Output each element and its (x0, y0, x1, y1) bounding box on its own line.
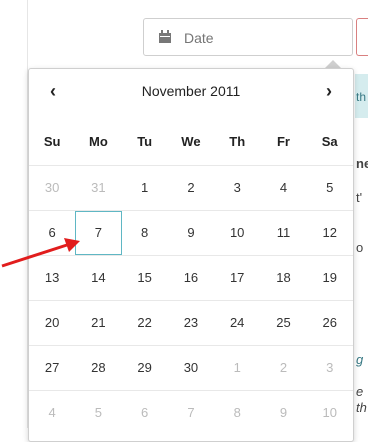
day-cell[interactable]: 17 (214, 256, 260, 300)
weekday-label: Th (229, 134, 246, 149)
weekday-label: Su (43, 134, 61, 149)
date-field[interactable] (143, 18, 353, 56)
day-cell[interactable]: 1 (214, 346, 260, 390)
day-cell[interactable]: 10 (214, 211, 260, 255)
weekday-label: Fr (276, 134, 290, 149)
day-cell[interactable]: 2 (168, 166, 214, 210)
day-cell[interactable]: 20 (29, 301, 75, 345)
annotation-arrow-icon (1, 238, 80, 268)
day-cell[interactable]: 30 (29, 166, 75, 210)
weekday-label: We (181, 134, 201, 149)
calendar-week-row: 20 21 22 23 24 25 26 (29, 300, 353, 345)
next-month-button[interactable]: › (317, 81, 341, 101)
day-cell[interactable]: 4 (260, 166, 306, 210)
date-input[interactable] (182, 27, 336, 49)
day-cell[interactable]: 31 (75, 166, 121, 210)
calendar-icon (158, 30, 172, 49)
day-cell[interactable]: 22 (122, 301, 168, 345)
day-cell[interactable]: 11 (260, 211, 306, 255)
weekday-label: Tu (137, 134, 153, 149)
day-cell[interactable]: 2 (260, 346, 306, 390)
calendar-week-row: 27 28 29 30 1 2 3 (29, 345, 353, 390)
calendar-grid: Su Mo Tu We Th Fr Sa 30 31 1 2 3 4 5 6 7… (29, 119, 353, 435)
bg-text-fragment: e (356, 384, 364, 399)
datepicker-header: ‹ November 2011 › (29, 69, 353, 113)
bg-text-fragment: ne (356, 156, 368, 171)
adjacent-field-edge (356, 18, 368, 56)
weekday-label: Sa (321, 134, 338, 149)
day-cell[interactable]: 12 (307, 211, 353, 255)
day-cell[interactable]: 30 (168, 346, 214, 390)
day-cell[interactable]: 25 (260, 301, 306, 345)
bg-text-fragment: th (356, 90, 367, 104)
day-cell[interactable]: 19 (307, 256, 353, 300)
day-cell[interactable]: 15 (122, 256, 168, 300)
day-cell[interactable]: 1 (122, 166, 168, 210)
prev-month-button[interactable]: ‹ (41, 81, 65, 101)
calendar-week-row: 30 31 1 2 3 4 5 (29, 165, 353, 210)
day-cell[interactable]: 4 (29, 391, 75, 435)
page-left-margin (0, 0, 28, 428)
month-year-switch[interactable]: November 2011 (89, 83, 293, 99)
day-cell[interactable]: 3 (307, 346, 353, 390)
bg-text-fragment: t' (356, 190, 363, 205)
weekday-header-row: Su Mo Tu We Th Fr Sa (29, 119, 353, 165)
calendar-week-row: 4 5 6 7 8 9 10 (29, 390, 353, 435)
weekday-label: Mo (89, 134, 108, 149)
day-cell[interactable]: 26 (307, 301, 353, 345)
day-cell[interactable]: 16 (168, 256, 214, 300)
day-cell[interactable]: 10 (307, 391, 353, 435)
day-cell[interactable]: 27 (29, 346, 75, 390)
bg-text-fragment: o (356, 240, 364, 255)
day-cell[interactable]: 29 (122, 346, 168, 390)
day-cell[interactable]: 28 (75, 346, 121, 390)
day-cell[interactable]: 18 (260, 256, 306, 300)
day-cell[interactable]: 9 (260, 391, 306, 435)
day-cell[interactable]: 6 (122, 391, 168, 435)
day-cell[interactable]: 5 (307, 166, 353, 210)
day-cell[interactable]: 5 (75, 391, 121, 435)
day-cell[interactable]: 8 (214, 391, 260, 435)
day-cell[interactable]: 24 (214, 301, 260, 345)
bg-text-fragment: th (356, 400, 367, 415)
day-cell[interactable]: 23 (168, 301, 214, 345)
bg-text-fragment: g (356, 352, 364, 367)
day-cell[interactable]: 3 (214, 166, 260, 210)
day-cell[interactable]: 8 (122, 211, 168, 255)
day-cell[interactable]: 7 (168, 391, 214, 435)
day-cell[interactable]: 21 (75, 301, 121, 345)
day-cell[interactable]: 9 (168, 211, 214, 255)
